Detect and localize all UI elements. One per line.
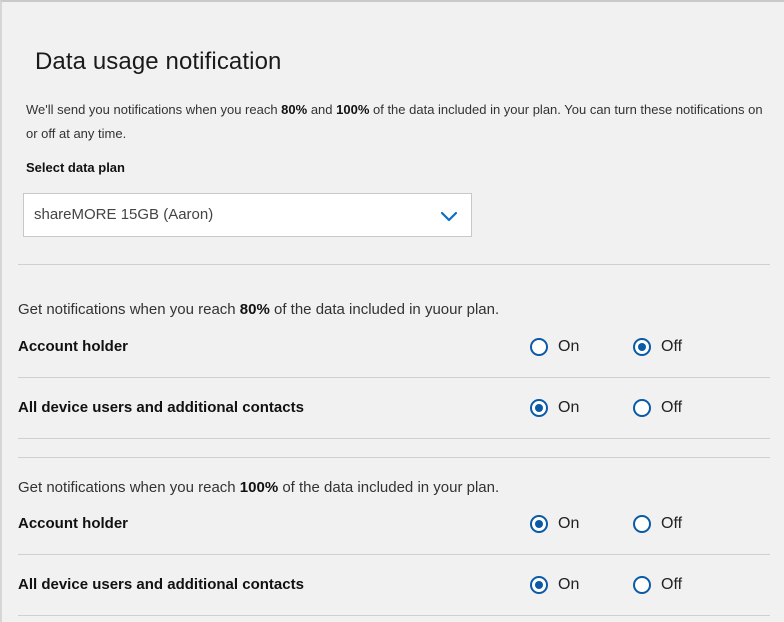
row-label-account-holder-80: Account holder (18, 338, 129, 355)
chevron-down-icon (440, 211, 458, 222)
divider (18, 264, 770, 265)
radio-circle (633, 515, 651, 533)
radio-circle (530, 399, 548, 417)
row-label-all-users-100: All device users and additional contacts (18, 576, 304, 593)
radio-label-off: Off (661, 399, 683, 416)
radio-circle (530, 576, 548, 594)
radio-label-off: Off (661, 515, 683, 532)
radio-label-on: On (558, 338, 580, 355)
row-label-account-holder-100: Account holder (18, 515, 129, 532)
divider (18, 438, 770, 439)
radio-account-holder-80-off[interactable]: Off (633, 338, 682, 356)
radio-all-users-80-off[interactable]: Off (633, 399, 682, 417)
radio-all-users-80-on[interactable]: On (530, 399, 579, 417)
data-plan-select-value: shareMORE 15GB (Aaron) (34, 206, 214, 223)
section-80-description: Get notifications when you reach 80% of … (18, 301, 500, 318)
radio-account-holder-100-on[interactable]: On (530, 515, 579, 533)
divider (18, 377, 770, 378)
radio-all-users-100-on[interactable]: On (530, 576, 579, 594)
data-plan-select[interactable]: shareMORE 15GB (Aaron) (23, 193, 472, 237)
radio-label-off: Off (661, 338, 683, 355)
intro-text: We'll send you notifications when you re… (26, 102, 763, 141)
divider (18, 457, 770, 458)
select-plan-label: Select data plan (26, 160, 125, 175)
radio-circle (633, 399, 651, 417)
radio-circle (633, 576, 651, 594)
radio-circle (633, 338, 651, 356)
radio-circle (530, 515, 548, 533)
radio-circle (530, 338, 548, 356)
page-title: Data usage notification (35, 48, 282, 75)
radio-account-holder-80-on[interactable]: On (530, 338, 579, 356)
divider (18, 554, 770, 555)
section-100-description: Get notifications when you reach 100% of… (18, 479, 500, 496)
radio-label-off: Off (661, 576, 683, 593)
notification-settings-panel: Data usage notification We'll send you n… (0, 0, 784, 622)
radio-all-users-100-off[interactable]: Off (633, 576, 682, 594)
radio-label-on: On (558, 399, 580, 416)
radio-account-holder-100-off[interactable]: Off (633, 515, 682, 533)
radio-label-on: On (558, 576, 580, 593)
row-label-all-users-80: All device users and additional contacts (18, 399, 304, 416)
divider (18, 615, 770, 616)
radio-label-on: On (558, 515, 580, 532)
